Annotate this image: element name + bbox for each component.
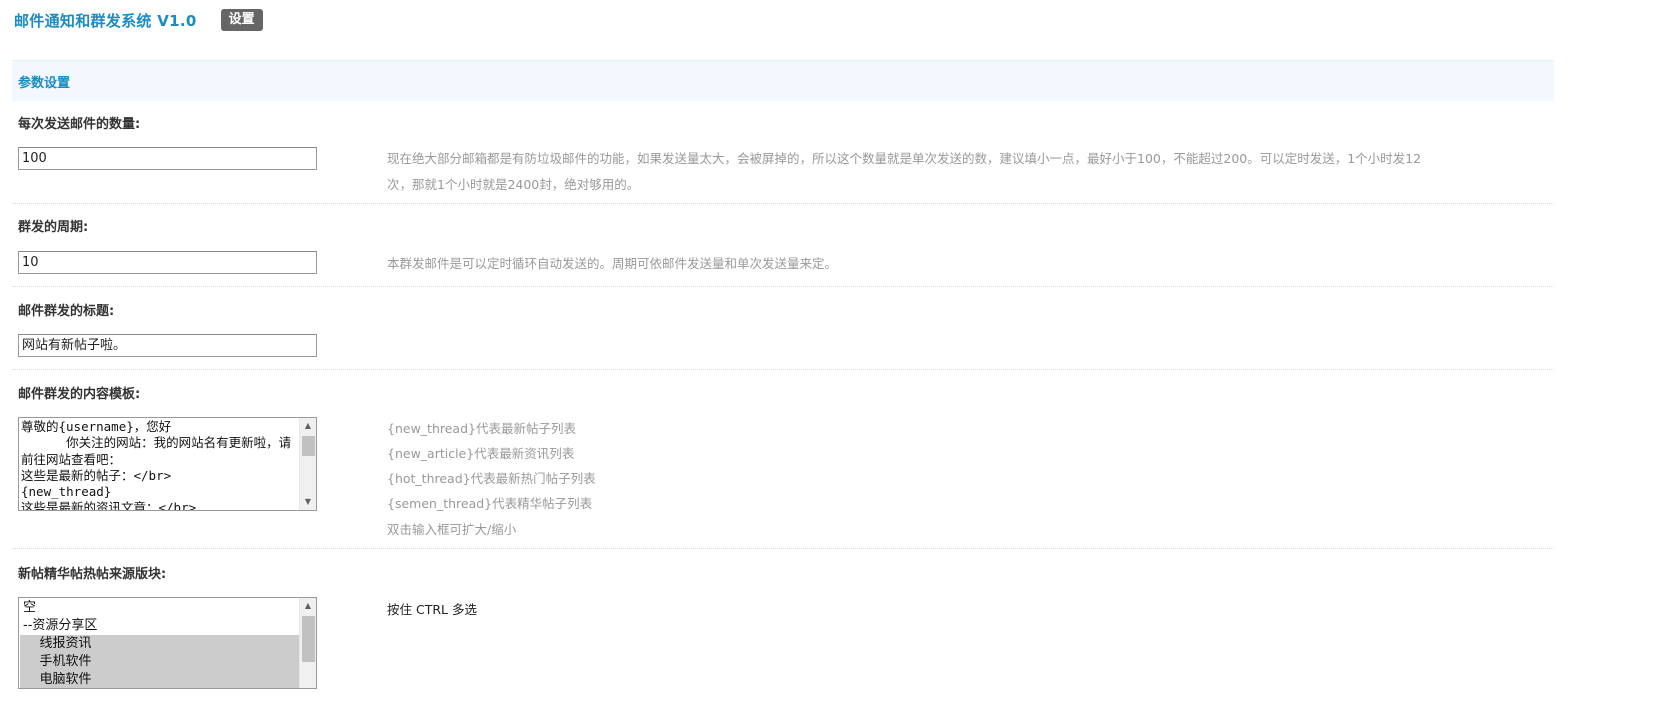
template-label: 邮件群发的内容模板: — [18, 387, 141, 402]
send-count-hint-line2: 次，那就1个小时就是2400封，绝对够用的。 — [387, 177, 640, 192]
divider — [12, 286, 1554, 287]
app-title: 邮件通知和群发系统 V1.0 — [14, 11, 197, 30]
source-boards-label: 新帖精华帖热帖来源版块: — [18, 567, 167, 582]
period-input[interactable] — [18, 251, 317, 274]
source-boards-select[interactable]: 空 --资源分享区 线报资讯 手机软件 电脑软件 ▲ — [18, 597, 317, 689]
divider — [12, 369, 1554, 370]
scroll-up-icon[interactable]: ▲ — [300, 418, 316, 434]
scroll-thumb[interactable] — [302, 436, 315, 456]
section-header: 参数设置 — [12, 60, 1554, 101]
source-boards-hint: 按住 CTRL 多选 — [387, 602, 477, 617]
divider — [12, 203, 1554, 204]
scroll-up-icon[interactable]: ▲ — [300, 598, 316, 614]
template-scrollbar[interactable]: ▲ ▼ — [299, 418, 316, 510]
header: 邮件通知和群发系统 V1.0 设置 — [14, 8, 263, 32]
subject-label: 邮件群发的标题: — [18, 304, 115, 319]
template-hint-dblclick: 双击输入框可扩大/缩小 — [387, 522, 517, 537]
section-title: 参数设置 — [18, 76, 71, 91]
board-option-mobile-software[interactable]: 手机软件 — [20, 653, 300, 671]
send-count-label: 每次发送邮件的数量: — [18, 117, 141, 132]
template-textarea[interactable]: 尊敬的{username}，您好 你关注的网站：我的网站名有更新啦，请前往网站查… — [18, 417, 317, 511]
template-hint-semen-thread: {semen_thread}代表精华帖子列表 — [387, 496, 593, 511]
board-option-news[interactable]: 线报资讯 — [20, 635, 300, 653]
send-count-input[interactable] — [18, 147, 317, 170]
tab-settings[interactable]: 设置 — [220, 9, 263, 31]
board-option-empty[interactable]: 空 — [20, 599, 300, 617]
template-textarea-text: 尊敬的{username}，您好 你关注的网站：我的网站名有更新啦，请前往网站查… — [21, 419, 292, 511]
template-hint-new-article: {new_article}代表最新资讯列表 — [387, 446, 575, 461]
board-option-pc-software[interactable]: 电脑软件 — [20, 671, 300, 688]
source-boards-scrollbar[interactable]: ▲ — [299, 598, 316, 688]
period-hint: 本群发邮件是可以定时循环自动发送的。周期可依邮件发送量和单次发送量来定。 — [387, 256, 838, 271]
period-label: 群发的周期: — [18, 220, 89, 235]
board-option-resource-share[interactable]: --资源分享区 — [20, 617, 300, 635]
scroll-thumb[interactable] — [302, 616, 315, 662]
template-hint-hot-thread: {hot_thread}代表最新热门帖子列表 — [387, 471, 596, 486]
send-count-hint-line1: 现在绝大部分邮箱都是有防垃圾邮件的功能，如果发送量太大，会被屏掉的，所以这个数量… — [387, 151, 1422, 166]
scroll-down-icon[interactable]: ▼ — [300, 494, 316, 510]
template-hint-new-thread: {new_thread}代表最新帖子列表 — [387, 421, 576, 436]
subject-input[interactable] — [18, 334, 317, 357]
divider — [12, 548, 1554, 549]
